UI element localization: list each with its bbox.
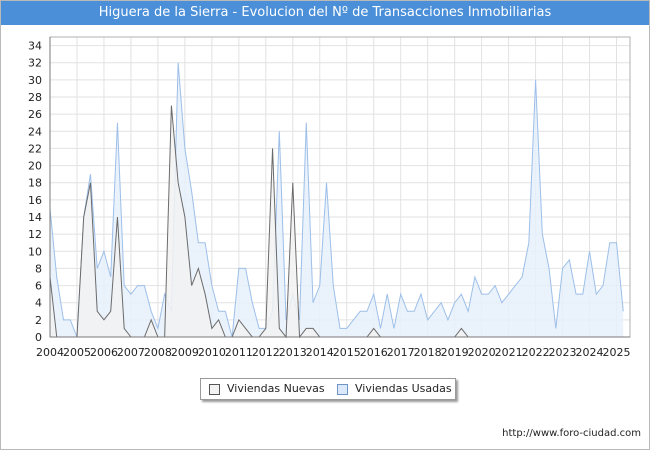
x-tick-label: 2023 — [549, 346, 577, 359]
y-tick-label: 34 — [28, 40, 42, 53]
x-tick-label: 2019 — [441, 346, 469, 359]
y-tick-label: 10 — [28, 245, 42, 258]
y-tick-label: 8 — [35, 262, 42, 275]
x-tick-label: 2008 — [144, 346, 172, 359]
x-tick-label: 2013 — [279, 346, 307, 359]
x-tick-label: 2012 — [252, 346, 280, 359]
x-tick-label: 2004 — [36, 346, 64, 359]
x-tick-label: 2011 — [225, 346, 253, 359]
x-tick-label: 2015 — [333, 346, 361, 359]
x-tick-label: 2010 — [198, 346, 226, 359]
y-tick-label: 20 — [28, 160, 42, 173]
x-tick-label: 2016 — [360, 346, 388, 359]
x-tick-label: 2006 — [90, 346, 118, 359]
chart-frame: Higuera de la Sierra - Evolucion del Nº … — [0, 0, 650, 450]
y-tick-label: 26 — [28, 108, 42, 121]
y-tick-label: 18 — [28, 177, 42, 190]
x-tick-labels: 2004200520062007200820092010201120122013… — [36, 346, 631, 359]
y-tick-label: 14 — [28, 211, 42, 224]
x-tick-label: 2025 — [603, 346, 631, 359]
x-tick-label: 2009 — [171, 346, 199, 359]
legend-label-usadas: Viviendas Usadas — [355, 382, 452, 395]
legend-label-nuevas: Viviendas Nuevas — [227, 382, 325, 395]
x-tick-label: 2018 — [414, 346, 442, 359]
y-tick-label: 0 — [35, 331, 42, 344]
x-tick-label: 2014 — [306, 346, 334, 359]
legend-swatch-usadas — [337, 384, 348, 395]
x-tick-label: 2017 — [387, 346, 415, 359]
source-credit: http://www.foro-ciudad.com — [502, 428, 641, 439]
y-tick-label: 32 — [28, 57, 42, 70]
y-tick-label: 28 — [28, 91, 42, 104]
y-tick-label: 4 — [35, 297, 42, 310]
x-tick-label: 2022 — [522, 346, 550, 359]
x-tick-label: 2007 — [117, 346, 145, 359]
x-tick-label: 2021 — [495, 346, 523, 359]
x-tick-label: 2005 — [63, 346, 91, 359]
y-tick-label: 2 — [35, 314, 42, 327]
y-tick-label: 6 — [35, 280, 42, 293]
y-tick-labels: 0246810121416182022242628303234 — [28, 40, 42, 344]
x-tick-label: 2024 — [576, 346, 604, 359]
x-tick-label: 2020 — [468, 346, 496, 359]
y-tick-label: 22 — [28, 142, 42, 155]
legend: Viviendas Nuevas Viviendas Usadas — [200, 378, 456, 400]
y-tick-label: 24 — [28, 125, 42, 138]
y-tick-label: 12 — [28, 228, 42, 241]
legend-swatch-nuevas — [209, 384, 220, 395]
y-tick-label: 30 — [28, 74, 42, 87]
y-tick-label: 16 — [28, 194, 42, 207]
